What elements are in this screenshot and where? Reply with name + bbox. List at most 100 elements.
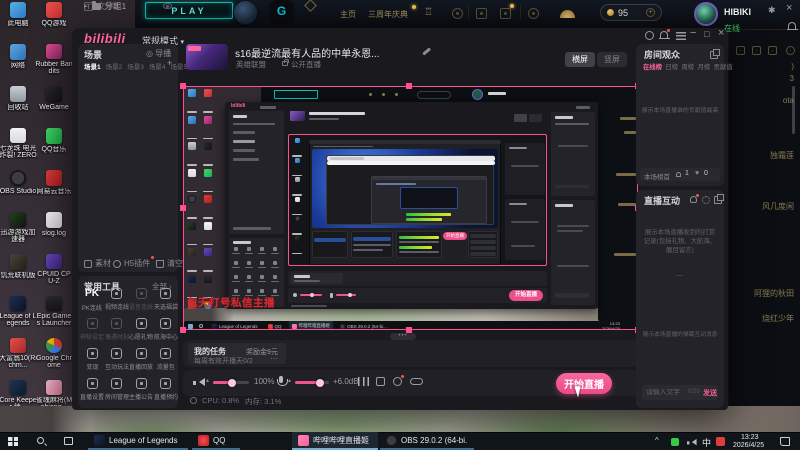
gift-record-icon[interactable] [690, 196, 697, 203]
support-icon[interactable] [645, 31, 654, 40]
maximize-button[interactable]: □ [704, 29, 709, 40]
desktop-icon[interactable]: QQ音乐 [36, 128, 72, 159]
minimize-button[interactable]: − [690, 28, 696, 39]
tool-item[interactable]: 语音连线 [129, 288, 153, 318]
close-button[interactable]: × [718, 28, 724, 39]
desktop-icon[interactable]: 网易云音乐 [36, 170, 72, 201]
viewers-tab[interactable]: 周榜 [681, 62, 694, 71]
lol-bell-icon[interactable] [787, 22, 798, 30]
cloud-icon[interactable] [410, 378, 423, 385]
tool-item[interactable]: 变现 [80, 348, 104, 378]
desktop-icon[interactable]: Rubber Bandits [35, 44, 73, 75]
tool-item[interactable]: PK PK连线 [80, 288, 104, 318]
scene-tab[interactable]: 场景5 [171, 61, 188, 71]
tray-volume-icon[interactable] [687, 438, 697, 446]
taskbar-app-button[interactable]: 哔哩哔哩直播姬 [292, 432, 378, 450]
volume-slider[interactable] [213, 378, 249, 387]
tray-clock-date[interactable]: 2026/4/25 [733, 442, 764, 449]
desktop-icon[interactable]: CPUID CPU-Z [36, 254, 72, 285]
resize-handle[interactable] [180, 205, 186, 211]
viewers-tab[interactable]: 贡献值 [714, 62, 733, 71]
friend-name[interactable]: ota [783, 96, 794, 105]
viewers-tab[interactable]: 日榜 [665, 62, 678, 71]
desktop-icon[interactable]: 此电脑 [0, 2, 36, 33]
steam-icon[interactable] [233, 0, 258, 25]
landscape-button[interactable]: 横屏 [565, 52, 595, 67]
desktop-icon[interactable]: slog.log [36, 212, 72, 243]
app-bell-icon[interactable] [659, 31, 670, 39]
lol-trophy-icon[interactable]: ♖ [424, 7, 433, 18]
add-scene-button[interactable]: + [167, 58, 172, 68]
lol-loot-icon[interactable] [500, 8, 511, 19]
desktop-icon[interactable]: 七龙珠 电光炸裂! ZERO [0, 128, 37, 159]
notification-center-icon[interactable] [780, 437, 790, 446]
desktop-icon[interactable]: 大富翁10(Richm... [0, 338, 37, 369]
desktop-icon[interactable]: OBS Studio [0, 170, 36, 201]
viewers-tab[interactable]: 月榜 [698, 62, 711, 71]
start-button[interactable] [8, 437, 18, 446]
friend-name[interactable]: 烧红少年 [762, 313, 794, 324]
friends-search-icon[interactable] [786, 46, 795, 55]
desktop-icon[interactable]: League of Legends [0, 296, 36, 327]
tool-item[interactable]: 航海中心 [154, 318, 178, 348]
tray-app-icon-red[interactable] [716, 437, 725, 446]
stream-category[interactable]: 英雄联盟 [236, 59, 266, 70]
taskbar-app-button[interactable]: League of Legends [88, 432, 188, 450]
lol-close-icon[interactable]: × [786, 3, 792, 14]
lol-nav-anniversary[interactable]: 三周年庆典 [368, 9, 408, 20]
lol-settings-gear-icon[interactable]: ✱ [768, 5, 776, 16]
lol-armory-icon[interactable] [476, 8, 487, 19]
lol-currency-pill[interactable]: 95 + [600, 4, 662, 21]
scene-source-row[interactable]: ▸ T 分组1 [84, 0, 172, 12]
tray-chevron-icon[interactable]: ^ [655, 436, 659, 445]
tray-ime-indicator[interactable]: 中 [702, 436, 711, 449]
scene-tab[interactable]: 场景3 [127, 61, 144, 71]
panel-drag-handle[interactable]: ••• [390, 333, 416, 340]
interaction-popout-icon[interactable] [714, 194, 724, 204]
friend-name[interactable]: 阿狸的秋田 [754, 288, 794, 299]
material-button[interactable]: 素材 [84, 258, 111, 269]
taskbar-app-button[interactable]: QQ [192, 432, 240, 450]
desktop-icon[interactable]: 饥荒联机版 [0, 254, 36, 285]
desktop-icon[interactable]: 网络 [0, 44, 36, 75]
desktop-icon[interactable]: WeGame [36, 86, 72, 117]
interaction-settings-icon[interactable] [702, 196, 710, 204]
friend-name[interactable]: 3 [790, 74, 794, 83]
desktop-icon[interactable]: QQ游戏 [36, 2, 72, 33]
tool-item[interactable]: 直播设置 [80, 378, 104, 408]
clear-button[interactable]: 清空 [156, 258, 183, 269]
tool-item[interactable]: 偶遇时刻 [105, 318, 129, 348]
speaker-icon[interactable] [193, 378, 205, 387]
taskbar-app-button[interactable]: OBS 29.0.2 (64-bi... [380, 432, 474, 450]
desktop-icon[interactable]: Google Chrome [36, 338, 72, 369]
add-currency-button[interactable]: + [646, 8, 655, 17]
tool-item[interactable]: 流量包 [154, 348, 178, 378]
viewers-tab[interactable]: 在线榜 [643, 62, 662, 71]
virtual-camera-icon[interactable] [393, 377, 402, 386]
tool-item[interactable]: 主播公告 [129, 378, 153, 408]
taskbar-search-icon[interactable] [37, 437, 44, 444]
speaker-caret[interactable]: ▴ [206, 377, 209, 384]
chat-input[interactable] [646, 389, 684, 396]
tray-app-icon-green[interactable] [671, 438, 679, 446]
viewers-popout-icon[interactable] [710, 49, 720, 59]
scene-tab[interactable]: 场景4 [149, 61, 166, 71]
resize-handle[interactable] [406, 83, 412, 89]
send-button[interactable]: 发送 [703, 388, 717, 398]
stream-thumbnail[interactable] [186, 44, 228, 70]
tray-clock-time[interactable]: 13:23 [741, 434, 759, 441]
mic-gain-slider[interactable] [295, 378, 329, 387]
app-menu-icon[interactable] [676, 32, 686, 40]
desktop-icon[interactable]: Epic Games Launcher [36, 296, 72, 327]
stream-visibility[interactable]: 公开直播 [291, 59, 321, 70]
scene-tab[interactable]: 场景2 [106, 61, 123, 71]
lol-social-icon[interactable] [452, 8, 463, 19]
desktop-icon[interactable]: 回收站 [0, 86, 36, 117]
lol-avatar[interactable] [694, 2, 718, 26]
tool-item[interactable]: 互动玩法 [105, 348, 129, 378]
task-more-button[interactable]: ··· [270, 354, 278, 363]
microphone-icon[interactable] [276, 376, 288, 386]
expand-caret-icon[interactable]: ▸ [84, 2, 88, 10]
lol-nav-home[interactable]: 主页 [340, 9, 356, 20]
effects-icon[interactable] [376, 377, 385, 386]
